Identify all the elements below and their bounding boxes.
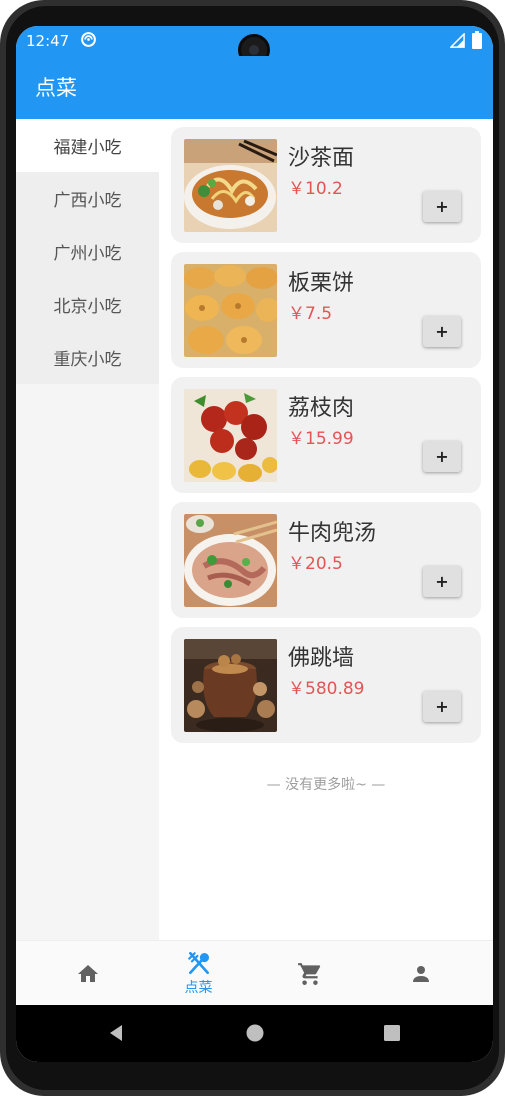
list-end-text: — 没有更多啦~ — [266,777,386,793]
add-to-cart-button[interactable]: + [423,316,461,347]
phone-frame: 12:47 点菜 福建小吃 广西小吃 广州小吃 北京小吃 重庆小吃 沙茶面 ￥1… [0,0,505,1096]
food-card[interactable]: 荔枝肉 ￥15.99 + [171,377,481,493]
sidebar-item-label: 重庆小吃 [53,350,122,370]
food-name: 板栗饼 [288,271,355,296]
food-price: ￥20.5 [288,554,343,574]
category-sidebar: 福建小吃 广西小吃 广州小吃 北京小吃 重庆小吃 [16,119,159,940]
home-circle-icon[interactable] [245,1023,265,1043]
add-to-cart-button[interactable]: + [423,691,461,722]
food-name: 沙茶面 [288,146,355,171]
status-time: 12:47 [26,32,70,50]
food-card[interactable]: 牛肉兜汤 ￥20.5 + [171,502,481,618]
nav-order[interactable]: 点菜 [139,941,258,1006]
sweet-sour-pork-image [184,389,277,482]
food-price: ￥10.2 [288,179,343,199]
buddha-jumps-wall-image [184,639,277,732]
food-price: ￥15.99 [288,429,354,449]
sidebar-item-label: 广西小吃 [53,191,122,211]
utensils-icon [187,951,209,975]
person-icon [412,965,429,982]
back-icon[interactable] [106,1023,126,1043]
nav-cart[interactable] [250,941,369,1006]
page-title: 点菜 [35,76,77,100]
app-bar: 点菜 [16,56,493,119]
add-to-cart-button[interactable]: + [423,441,461,472]
recents-icon[interactable] [382,1023,402,1043]
food-card[interactable]: 佛跳墙 ￥580.89 + [171,627,481,743]
nav-order-label: 点菜 [184,980,213,996]
sidebar-item-label: 广州小吃 [53,244,122,264]
nav-home[interactable] [28,941,147,1006]
system-navigation-bar [16,1005,493,1062]
sidebar-item-fujian[interactable]: 福建小吃 [16,119,159,172]
bottom-navigation: 点菜 [16,940,493,1005]
sync-icon [81,32,96,47]
sidebar-item-label: 北京小吃 [53,297,122,317]
signal-icon [450,33,465,48]
cart-icon [297,962,320,985]
chestnut-pastry-image [184,264,277,357]
status-bar: 12:47 [16,26,493,66]
food-list: 沙茶面 ￥10.2 + 板栗饼 ￥7.5 + 荔枝肉 ￥15.99 + 牛肉兜汤… [159,119,493,940]
food-name: 牛肉兜汤 [288,521,377,546]
sidebar-item-chongqing[interactable]: 重庆小吃 [16,331,159,384]
add-to-cart-button[interactable]: + [423,191,461,222]
food-price: ￥7.5 [288,304,333,324]
sidebar-item-guangxi[interactable]: 广西小吃 [16,172,159,225]
beef-soup-image [184,514,277,607]
nav-profile[interactable] [361,941,480,1006]
food-card[interactable]: 沙茶面 ￥10.2 + [171,127,481,243]
app-screen: 12:47 点菜 福建小吃 广西小吃 广州小吃 北京小吃 重庆小吃 沙茶面 ￥1… [16,26,493,1062]
food-card[interactable]: 板栗饼 ￥7.5 + [171,252,481,368]
sidebar-item-label: 福建小吃 [53,138,122,158]
battery-icon [472,31,482,49]
sidebar-item-guangzhou[interactable]: 广州小吃 [16,225,159,278]
add-to-cart-button[interactable]: + [423,566,461,597]
home-icon [77,964,98,982]
food-name: 荔枝肉 [288,396,355,421]
food-name: 佛跳墙 [288,646,355,671]
food-price: ￥580.89 [288,679,365,699]
noodle-bowl-image [184,139,277,232]
sidebar-item-beijing[interactable]: 北京小吃 [16,278,159,331]
